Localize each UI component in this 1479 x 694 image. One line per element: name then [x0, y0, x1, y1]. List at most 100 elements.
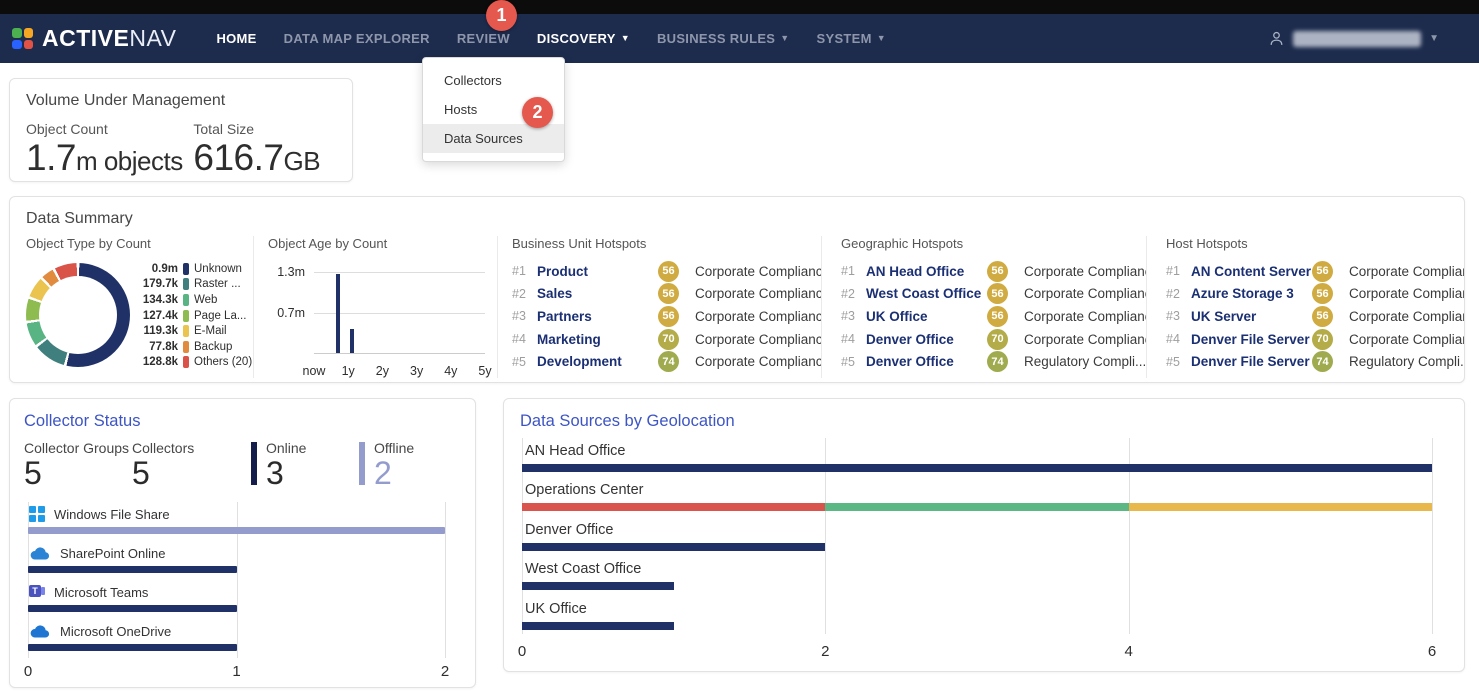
hotspot-rule-label: Regulatory Compli... [1016, 354, 1146, 369]
collector-chart-row: SharePoint Online [28, 541, 445, 580]
hotspot-name-link[interactable]: Denver File Server [1191, 354, 1312, 369]
hotspot-row: #2Sales56Corporate Compliance [512, 283, 821, 306]
object-count-label: Object Count [26, 121, 193, 137]
age-bar [336, 274, 340, 353]
hotspot-name-link[interactable]: Azure Storage 3 [1191, 286, 1312, 301]
nav-item-discovery[interactable]: DISCOVERY▼ [537, 31, 630, 46]
x-tick: 0 [518, 643, 526, 660]
x-tick: 5y [478, 364, 491, 378]
nav-item-label: SYSTEM [817, 31, 872, 46]
score-badge: 56 [658, 283, 679, 304]
windows-icon [29, 506, 45, 522]
collector-chart-row: Windows File Share [28, 502, 445, 541]
nav-item-label: DISCOVERY [537, 31, 616, 46]
hotspot-name-link[interactable]: UK Office [866, 309, 987, 324]
hotspot-name-link[interactable]: Sales [537, 286, 658, 301]
collector-status-title: Collector Status [24, 412, 461, 431]
score-badge: 56 [658, 306, 679, 327]
hotspot-name-link[interactable]: Denver Office [866, 354, 987, 369]
hotspot-name-link[interactable]: Denver File Server [1191, 332, 1312, 347]
hotspot-name-link[interactable]: Development [537, 354, 658, 369]
collector-bar [28, 644, 237, 651]
legend-swatch [183, 263, 189, 275]
online-stat: Online 3 [251, 440, 359, 491]
object-age-header: Object Age by Count [268, 236, 497, 251]
legend-swatch [183, 356, 189, 368]
collector-stats: Collector Groups 5 Collectors 5 Online 3… [24, 440, 461, 491]
score-badge: 56 [987, 261, 1008, 282]
business-unit-hotspots-header: Business Unit Hotspots [512, 236, 821, 251]
main-navbar: ACTIVENAV HOME DATA MAP EXPLORER REVIEW … [0, 14, 1479, 63]
stat-value: 3 [266, 456, 306, 491]
hotspot-name-link[interactable]: West Coast Office [866, 286, 987, 301]
nav-item-label: BUSINESS RULES [657, 31, 775, 46]
activenav-logo[interactable]: ACTIVENAV [12, 25, 176, 52]
score-badge: 56 [987, 306, 1008, 327]
score-badge: 74 [658, 351, 679, 372]
geolocation-row: AN Head Office [522, 438, 1432, 477]
hotspot-name-link[interactable]: Denver Office [866, 332, 987, 347]
hotspot-rule-label: Regulatory Compli... [1341, 354, 1464, 369]
hotspot-rank: #4 [512, 332, 537, 346]
hotspot-name-link[interactable]: AN Head Office [866, 264, 987, 279]
hotspot-rule-label: Corporate Compliance [1341, 332, 1464, 347]
geolocation-bar [522, 464, 1432, 472]
y-tick: 1.3m [277, 265, 305, 279]
user-menu[interactable] [1293, 31, 1421, 47]
teams-icon: T [29, 584, 45, 600]
geolocation-row-label: West Coast Office [522, 556, 1432, 582]
score-badge: 56 [987, 283, 1008, 304]
nav-item-label: REVIEW [457, 31, 510, 46]
y-tick: 0.7m [277, 306, 305, 320]
nav-item-review[interactable]: REVIEW [457, 31, 510, 46]
nav-item-data-map-explorer[interactable]: DATA MAP EXPLORER [284, 31, 430, 46]
hotspot-rule-label: Corporate Compliance [687, 354, 821, 369]
data-summary-title: Data Summary [26, 210, 1464, 228]
hotspot-row: #5Development74Corporate Compliance [512, 350, 821, 373]
nav-item-system[interactable]: SYSTEM▼ [817, 31, 886, 46]
chevron-down-icon: ▼ [1429, 33, 1439, 44]
legend-row: 119.3kE-Mail [138, 323, 253, 339]
nav-item-business-rules[interactable]: BUSINESS RULES▼ [657, 31, 790, 46]
legend-swatch [183, 278, 189, 290]
hotspot-name-link[interactable]: Product [537, 264, 658, 279]
x-tick: 4 [1124, 643, 1132, 660]
hotspot-rank: #3 [841, 309, 866, 323]
hotspot-name-link[interactable]: UK Server [1191, 309, 1312, 324]
hotspot-name-link[interactable]: Marketing [537, 332, 658, 347]
hotspot-name-link[interactable]: AN Content Server [1191, 264, 1312, 279]
collector-status-card: Collector Status Collector Groups 5 Coll… [9, 398, 476, 688]
legend-row: 0.9mUnknown [138, 261, 253, 277]
hotspot-rank: #3 [1166, 309, 1191, 323]
collector-row-label: Windows File Share [54, 507, 170, 522]
legend-swatch [183, 325, 189, 337]
collector-row-label: SharePoint Online [60, 546, 166, 561]
legend-row: 77.8kBackup [138, 339, 253, 355]
collector-bar [28, 605, 237, 612]
geolocation-title: Data Sources by Geolocation [520, 412, 1448, 431]
hotspot-rank: #1 [512, 264, 537, 278]
dropdown-item-collectors[interactable]: Collectors [423, 66, 564, 95]
total-size-label: Total Size [193, 121, 336, 137]
hotspot-row: #1Product56 Corporate Compliance [512, 260, 821, 283]
x-tick: 0 [24, 663, 32, 680]
x-tick: 1y [342, 364, 355, 378]
object-type-legend: 0.9mUnknown 179.7kRaster ... 134.3kWeb 1… [138, 261, 253, 370]
nav-item-home[interactable]: HOME [216, 31, 256, 46]
hotspot-rule-label: Corporate Compliance [1341, 286, 1464, 301]
dropdown-item-data-sources[interactable]: Data Sources [423, 124, 564, 153]
hotspot-rank: #2 [841, 287, 866, 301]
hotspot-rule-label: Corporate Compliance [1016, 264, 1146, 279]
collector-chart-row: Microsoft OneDrive [28, 619, 445, 658]
hotspot-rule-label: Corporate Compliance [687, 332, 821, 347]
collector-chart-row: T Microsoft Teams [28, 580, 445, 619]
object-type-panel: Object Type by Count 0.9mUnknown 179.7kR… [26, 236, 253, 378]
geolocation-row-label: Operations Center [522, 477, 1432, 503]
offline-stat-bar [359, 442, 365, 485]
hotspot-row: #4Denver File Server70Corporate Complian… [1166, 328, 1464, 351]
hotspot-rule-label: Corporate Compliance [687, 264, 821, 279]
score-badge: 56 [658, 261, 679, 282]
geolocation-bar-segment [522, 543, 825, 551]
data-sources-geolocation-card: Data Sources by Geolocation AN Head Offi… [503, 398, 1465, 672]
hotspot-name-link[interactable]: Partners [537, 309, 658, 324]
